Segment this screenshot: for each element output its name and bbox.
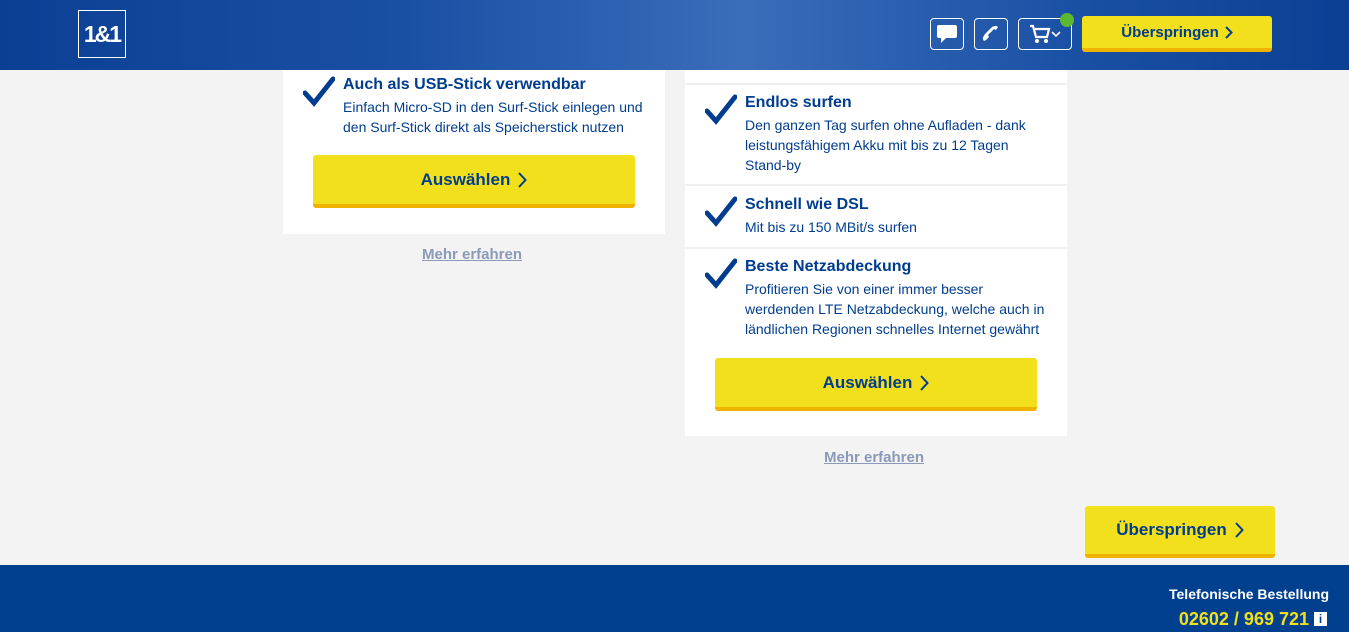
chevron-right-icon (920, 374, 930, 391)
skip-button-top[interactable]: Überspringen (1082, 16, 1272, 52)
checkmark-icon (705, 258, 737, 289)
select-label: Auswählen (420, 169, 511, 189)
select-label: Auswählen (822, 372, 913, 392)
chevron-down-icon (1051, 31, 1061, 38)
select-button[interactable]: Auswählen (313, 155, 635, 208)
select-button[interactable]: Auswählen (715, 358, 1037, 411)
chat-icon (937, 25, 957, 43)
feature-title: Schnell wie DSL (745, 196, 869, 213)
phone-number[interactable]: 02602 / 969 721 (1179, 609, 1309, 630)
skip-label: Überspringen (1121, 23, 1219, 41)
logo[interactable]: 1&1 (78, 10, 126, 58)
product-card-right: Endlos surfen Den ganzen Tag surfen ohne… (685, 70, 1067, 436)
feature-item: Auch als USB-Stick verwendbar Einfach Mi… (303, 76, 653, 146)
phone-icon (982, 25, 998, 41)
chevron-right-icon (1235, 522, 1244, 538)
feature-item: Schnell wie DSL Mit bis zu 150 MBit/s su… (705, 196, 1055, 240)
cart-status-dot (1060, 13, 1074, 27)
feature-item: Endlos surfen Den ganzen Tag surfen ohne… (705, 94, 1055, 174)
divider (685, 83, 1067, 85)
footer: Telefonische Bestellung 02602 / 969 721 … (0, 565, 1349, 632)
more-info-link[interactable]: Mehr erfahren (422, 246, 522, 263)
chat-button[interactable] (930, 18, 964, 50)
feature-description: Profitieren Sie von einer immer besser w… (745, 281, 1045, 337)
feature-title: Beste Netzabdeckung (745, 258, 912, 275)
feature-description: Den ganzen Tag surfen ohne Aufladen - da… (745, 117, 1026, 173)
phone-order-title: Telefonische Bestellung (1169, 586, 1329, 602)
feature-description: Einfach Micro-SD in den Surf-Stick einle… (343, 99, 643, 135)
header: 1&1 Überspringen (0, 0, 1349, 70)
feature-title: Auch als USB-Stick verwendbar (343, 76, 586, 93)
checkmark-icon (705, 196, 737, 227)
info-icon[interactable]: i (1314, 612, 1327, 626)
skip-label: Überspringen (1116, 520, 1227, 539)
divider (685, 247, 1067, 249)
cart-icon (1030, 24, 1051, 43)
chevron-right-icon (518, 171, 528, 188)
more-info-link[interactable]: Mehr erfahren (824, 449, 924, 466)
feature-description: Mit bis zu 150 MBit/s surfen (745, 219, 917, 235)
checkmark-icon (705, 94, 737, 125)
divider (685, 184, 1067, 186)
feature-item: Beste Netzabdeckung Profitieren Sie von … (705, 258, 1055, 340)
product-card-left: Auch als USB-Stick verwendbar Einfach Mi… (283, 70, 665, 234)
phone-button[interactable] (974, 18, 1008, 50)
checkmark-icon (303, 76, 335, 107)
chevron-right-icon (1225, 25, 1233, 39)
feature-title: Endlos surfen (745, 94, 852, 111)
skip-button-bottom[interactable]: Überspringen (1085, 506, 1275, 558)
